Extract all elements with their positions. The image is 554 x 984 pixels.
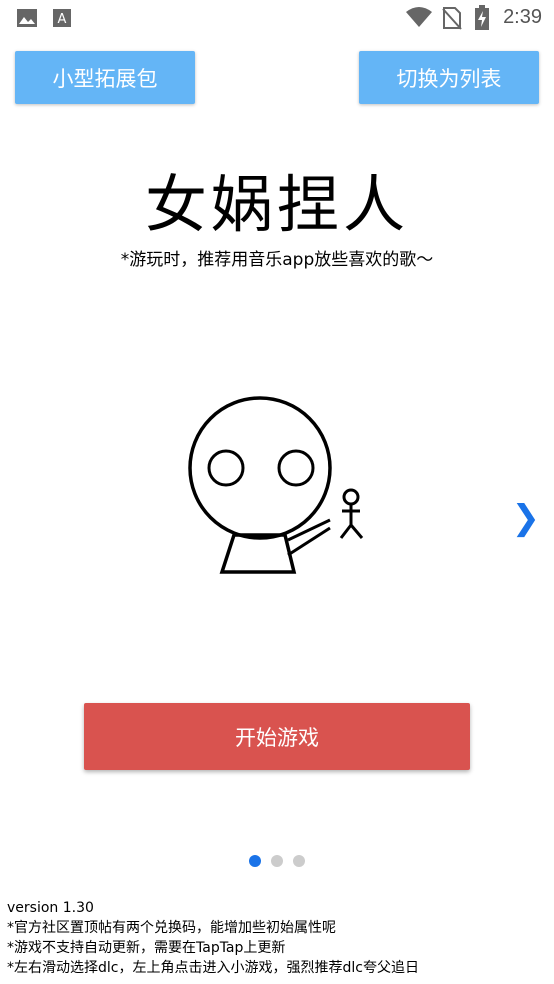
clock: 2:39 [503, 6, 542, 28]
page-indicator [0, 855, 554, 867]
page-dot-3[interactable] [293, 855, 305, 867]
image-icon [16, 8, 38, 32]
footer-notes: version 1.30 *官方社区置顶帖有两个兑换码，能增加些初始属性呢 *游… [7, 898, 419, 978]
next-page-arrow-icon[interactable]: ❯ [512, 498, 541, 538]
page-dot-2[interactable] [271, 855, 283, 867]
game-title: 女娲捏人 [144, 168, 409, 241]
no-sim-icon [442, 6, 462, 34]
battery-charging-icon [474, 5, 490, 35]
note-line: *官方社区置顶帖有两个兑换码，能增加些初始属性呢 [7, 920, 336, 936]
game-illustration[interactable] [180, 390, 380, 584]
page-dot-1[interactable] [249, 855, 261, 867]
svg-text:A: A [58, 12, 67, 27]
note-line: *左右滑动选择dlc，左上角点击进入小游戏，强烈推荐dlc夸父追日 [7, 960, 419, 976]
font-icon: A [52, 8, 72, 32]
version-text: version 1.30 [7, 900, 94, 916]
subtitle-hint: *游玩时，推荐用音乐app放些喜欢的歌～ [120, 250, 434, 270]
wifi-icon [405, 6, 433, 32]
start-game-button[interactable]: 开始游戏 [84, 703, 470, 770]
switch-to-list-button[interactable]: 切换为列表 [359, 51, 539, 104]
status-bar: A 2:39 [0, 0, 554, 36]
small-expansion-button[interactable]: 小型拓展包 [15, 51, 195, 104]
note-line: *游戏不支持自动更新，需要在TapTap上更新 [7, 940, 286, 956]
